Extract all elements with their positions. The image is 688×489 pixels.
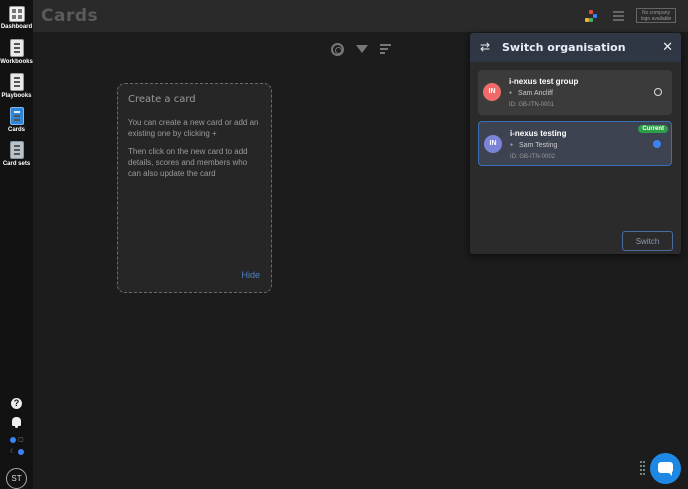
org-radio[interactable] bbox=[654, 88, 662, 96]
toggle-dot bbox=[10, 437, 16, 443]
sidebar-item-card-sets[interactable]: Card sets bbox=[0, 141, 33, 167]
apps-icon[interactable] bbox=[585, 10, 597, 22]
sidebar-item-label: Playbooks bbox=[1, 93, 32, 99]
sidebar-item-label: Card sets bbox=[2, 161, 31, 167]
hide-link[interactable]: Hide bbox=[241, 270, 260, 280]
switch-organisation-modal: ⇄ Switch organisation ✕ IN i-nexus test … bbox=[470, 33, 681, 254]
org-user: Sam Testing bbox=[510, 142, 557, 149]
organisation-option-current[interactable]: IN i-nexus testing Sam Testing ID: GB-IT… bbox=[478, 121, 672, 166]
org-radio[interactable] bbox=[653, 140, 661, 148]
org-name: i-nexus testing bbox=[510, 129, 567, 138]
header: Cards No company logo available bbox=[33, 0, 688, 32]
sidebar-item-label: Dashboard bbox=[0, 24, 33, 30]
switch-button[interactable]: Switch bbox=[622, 231, 673, 251]
playbook-icon bbox=[9, 73, 24, 91]
sidebar-item-cards[interactable]: Cards bbox=[0, 107, 33, 133]
create-card-instruction: Then click on the new card to add detail… bbox=[128, 147, 248, 178]
filter-icon[interactable] bbox=[356, 45, 368, 53]
sort-icon[interactable] bbox=[380, 43, 393, 56]
bell-icon[interactable] bbox=[12, 417, 21, 428]
modal-header: ⇄ Switch organisation ✕ bbox=[470, 33, 681, 62]
cards-icon bbox=[9, 107, 24, 125]
modal-title: Switch organisation bbox=[502, 41, 626, 54]
swap-icon: ⇄ bbox=[480, 40, 491, 54]
org-name: i-nexus test group bbox=[509, 77, 579, 86]
organisation-option[interactable]: IN i-nexus test group Sam Ancliff ID: GB… bbox=[478, 70, 672, 115]
create-card-panel: Create a card You can create a new card … bbox=[117, 83, 272, 293]
org-user: Sam Ancliff bbox=[509, 90, 553, 97]
view-toggle[interactable]: ▢ bbox=[10, 437, 24, 443]
sidebar-item-label: Cards bbox=[7, 127, 25, 133]
current-badge: Current bbox=[638, 125, 668, 133]
dashboard-icon bbox=[8, 6, 25, 22]
org-id: ID: GB-ITN-0001 bbox=[509, 102, 555, 108]
help-icon[interactable]: ? bbox=[11, 398, 22, 409]
list-icon[interactable] bbox=[613, 11, 624, 21]
create-card-instruction: You can create a new card or add an exis… bbox=[128, 118, 259, 138]
drag-handle-icon[interactable] bbox=[640, 461, 645, 477]
sidebar-item-workbooks[interactable]: Workbooks bbox=[0, 39, 33, 65]
org-id: ID: GB-ITN-0002 bbox=[510, 154, 556, 160]
avatar[interactable]: ST bbox=[6, 468, 27, 489]
theme-toggle[interactable]: ☾ bbox=[10, 449, 24, 455]
org-badge: IN bbox=[483, 83, 501, 101]
create-card-title: Create a card bbox=[128, 94, 196, 105]
page-title: Cards bbox=[41, 6, 99, 26]
workbook-icon bbox=[9, 39, 24, 57]
chat-icon[interactable] bbox=[650, 453, 681, 484]
moon-icon: ☾ bbox=[10, 449, 16, 455]
sidebar-item-playbooks[interactable]: Playbooks bbox=[0, 73, 33, 99]
monitor-icon: ▢ bbox=[18, 437, 24, 443]
close-icon[interactable]: ✕ bbox=[662, 40, 673, 53]
sidebar-item-label: Workbooks bbox=[0, 59, 33, 65]
company-logo-placeholder: No company logo available bbox=[636, 8, 676, 23]
sidebar-item-dashboard[interactable]: Dashboard bbox=[0, 6, 33, 30]
org-badge: IN bbox=[484, 135, 502, 153]
sidebar: Dashboard Workbooks Playbooks Cards Card… bbox=[0, 0, 33, 489]
toggle-dot bbox=[18, 449, 24, 455]
card-sets-icon bbox=[9, 141, 24, 159]
fingerprint-icon[interactable] bbox=[331, 43, 344, 56]
